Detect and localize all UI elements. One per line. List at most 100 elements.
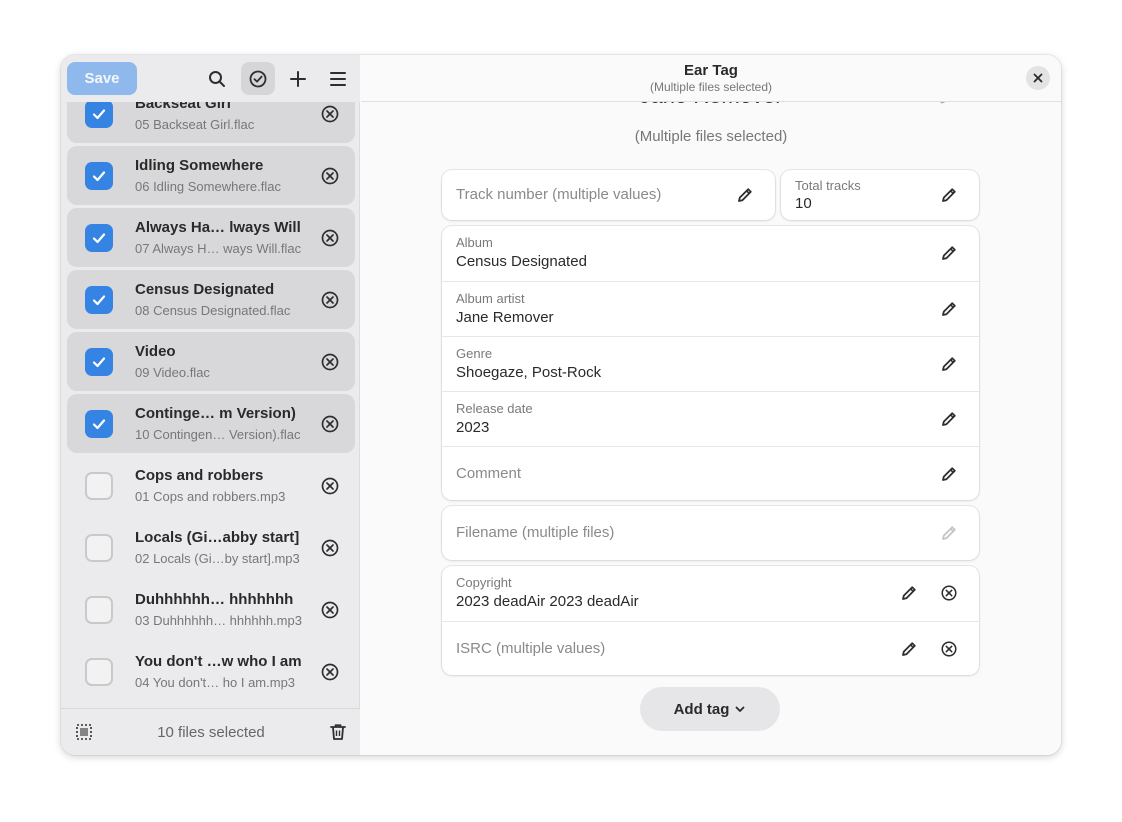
file-row[interactable]: Continge… m Version) 10 Contingen… Versio…	[67, 394, 355, 453]
copyright-edit-button[interactable]	[900, 584, 918, 602]
close-button[interactable]	[1026, 66, 1050, 90]
copyright-label: Copyright	[456, 575, 512, 590]
file-checkbox[interactable]	[85, 224, 113, 252]
remove-file-button[interactable]	[320, 476, 340, 496]
file-row[interactable]: Duhhhhhh… hhhhhhh 03 Duhhhhhh… hhhhhh.mp3	[67, 580, 355, 639]
file-row[interactable]: Idling Somewhere 06 Idling Somewhere.flac	[67, 146, 355, 205]
multiple-files-label: (Multiple files selected)	[634, 128, 788, 145]
window-subtitle: (Multiple files selected)	[649, 80, 773, 94]
genre-edit-button[interactable]	[940, 355, 958, 373]
remove-file-button[interactable]	[320, 228, 340, 248]
album-artist-field[interactable]: Album artist Jane Remover	[442, 281, 979, 336]
file-row[interactable]: Backseat Girl 05 Backseat Girl.flac	[67, 102, 355, 143]
file-row[interactable]: Video 09 Video.flac	[67, 332, 355, 391]
genre-field[interactable]: Genre Shoegaze, Post-Rock	[442, 336, 979, 391]
track-number-field[interactable]: Track number (multiple values)	[442, 170, 775, 220]
select-all-button[interactable]	[75, 723, 93, 741]
isrc-remove-button[interactable]	[940, 640, 958, 658]
remove-file-button[interactable]	[320, 352, 340, 372]
total-tracks-edit-button[interactable]	[940, 186, 958, 204]
file-list[interactable]: Backseat Girl 05 Backseat Girl.flac Idling…	[61, 102, 360, 708]
album-artist-value: Jane Remover	[456, 309, 554, 326]
add-file-button[interactable]	[281, 62, 315, 95]
remove-circle-icon	[321, 105, 339, 123]
sidebar-header: Save	[61, 55, 360, 102]
file-row[interactable]: Cops and robbers 01 Cops and robbers.mp3	[67, 456, 355, 515]
remove-circle-icon	[321, 601, 339, 619]
remove-circle-icon	[941, 585, 957, 601]
file-name: 06 Idling Somewhere.flac	[135, 179, 281, 194]
comment-placeholder: Comment	[456, 465, 522, 482]
filename-field[interactable]: Filename (multiple files)	[442, 506, 979, 560]
album-artist-edit-button[interactable]	[940, 300, 958, 318]
save-button[interactable]: Save	[67, 62, 137, 95]
release-date-field[interactable]: Release date 2023	[442, 391, 979, 446]
album-field[interactable]: Album Census Designated	[442, 226, 979, 281]
remove-file-button[interactable]	[320, 662, 340, 682]
total-tracks-value: 10	[795, 195, 812, 212]
selection-mode-button[interactable]	[241, 62, 275, 95]
pencil-icon	[942, 246, 956, 260]
remove-file-button[interactable]	[320, 290, 340, 310]
album-artist-label: Album artist	[456, 291, 525, 306]
file-checkbox[interactable]	[85, 596, 113, 624]
comment-field[interactable]: Comment	[442, 446, 979, 500]
extra-tags-card: Copyright 2023 deadAir 2023 deadAir ISRC…	[442, 566, 979, 675]
selection-count: 10 files selected	[157, 724, 265, 741]
add-tag-label: Add tag	[673, 700, 730, 718]
checkmark-icon	[92, 109, 106, 120]
file-row[interactable]: Locals (Gi…abby start] 02 Locals (Gi…by s…	[67, 518, 355, 577]
file-checkbox[interactable]	[85, 348, 113, 376]
search-button[interactable]	[200, 62, 234, 95]
copyright-field[interactable]: Copyright 2023 deadAir 2023 deadAir	[442, 566, 979, 621]
remove-circle-icon	[321, 477, 339, 495]
add-tag-button[interactable]: Add tag	[640, 687, 780, 731]
total-tracks-field[interactable]: Total tracks 10	[781, 170, 979, 220]
file-checkbox[interactable]	[85, 534, 113, 562]
genre-label: Genre	[456, 346, 493, 361]
sidebar: Backseat Girl 05 Backseat Girl.flac Idling…	[61, 55, 360, 755]
pencil-icon	[942, 188, 956, 202]
file-name: 09 Video.flac	[135, 365, 210, 380]
tag-editor: Jane Remover (Multiple files selected) T…	[361, 55, 1061, 755]
remove-file-button[interactable]	[320, 538, 340, 558]
file-checkbox[interactable]	[85, 162, 113, 190]
remove-circle-icon	[321, 415, 339, 433]
filename-edit-button	[940, 524, 958, 542]
album-edit-button[interactable]	[940, 244, 958, 262]
pencil-icon	[942, 302, 956, 316]
isrc-field[interactable]: ISRC (multiple values)	[442, 621, 979, 675]
remove-file-button[interactable]	[320, 600, 340, 620]
file-checkbox[interactable]	[85, 102, 113, 128]
main-menu-button[interactable]	[321, 62, 355, 95]
genre-value: Shoegaze, Post-Rock	[456, 364, 602, 381]
file-checkbox[interactable]	[85, 286, 113, 314]
track-number-edit-button[interactable]	[736, 186, 754, 204]
file-checkbox[interactable]	[85, 410, 113, 438]
file-name: 05 Backseat Girl.flac	[135, 117, 255, 132]
header-bar: Ear Tag (Multiple files selected)	[361, 55, 1061, 102]
album-label: Album	[456, 235, 493, 250]
remove-file-button[interactable]	[320, 166, 340, 186]
remove-file-button[interactable]	[320, 414, 340, 434]
remove-file-button[interactable]	[320, 104, 340, 124]
file-checkbox[interactable]	[85, 658, 113, 686]
comment-edit-button[interactable]	[940, 465, 958, 483]
file-checkbox[interactable]	[85, 472, 113, 500]
copyright-remove-button[interactable]	[940, 584, 958, 602]
select-mode-icon	[249, 70, 267, 87]
checkmark-icon	[92, 357, 106, 368]
file-name: 04 You don't… ho I am.mp3	[135, 675, 296, 690]
remove-circle-icon	[321, 663, 339, 681]
checkmark-icon	[92, 419, 106, 430]
file-row[interactable]: Always Ha… lways Will 07 Always H… ways W…	[67, 208, 355, 267]
release-date-edit-button[interactable]	[940, 410, 958, 428]
remove-files-button[interactable]	[329, 723, 347, 741]
isrc-edit-button[interactable]	[900, 640, 918, 658]
add-icon	[290, 70, 306, 87]
file-row[interactable]: You don't …w who I am 04 You don't… ho I …	[67, 642, 355, 701]
total-tracks-label: Total tracks	[795, 178, 861, 193]
remove-circle-icon	[321, 539, 339, 557]
file-name: 03 Duhhhhhh… hhhhhh.mp3	[135, 613, 302, 628]
file-row[interactable]: Census Designated 08 Census Designated.fl…	[67, 270, 355, 329]
